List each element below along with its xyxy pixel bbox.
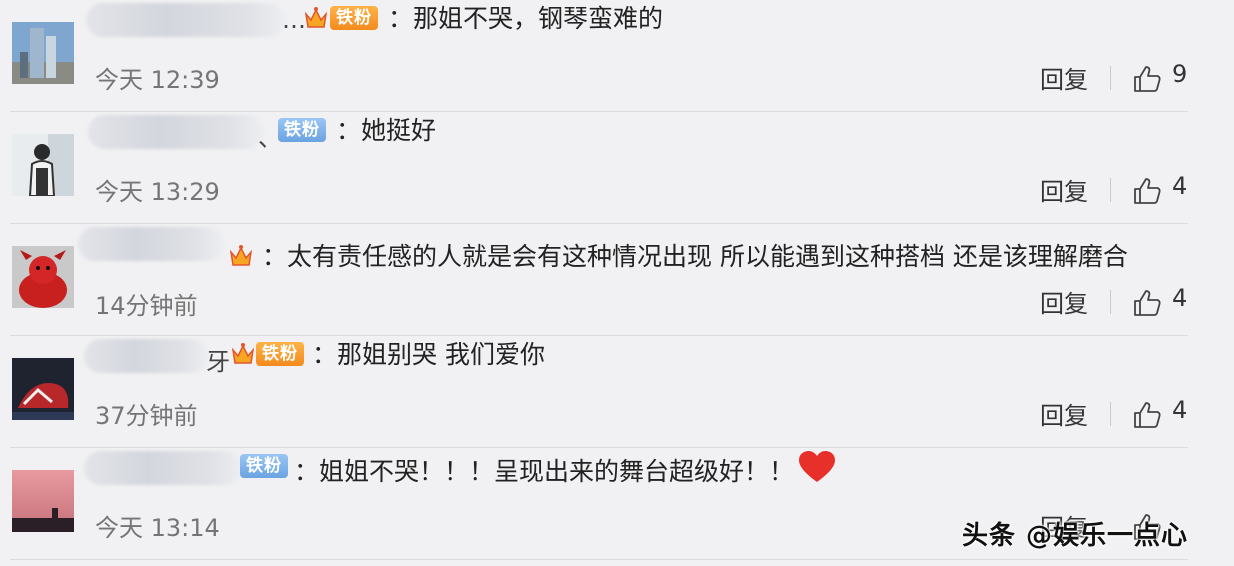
comment-item: … 铁粉 ：那姐不哭，钢琴蛮难的 今天 12:39 回复 9: [0, 0, 1234, 112]
like-count: 4: [1172, 396, 1188, 424]
divider: [1110, 290, 1111, 314]
like-count: 4: [1172, 284, 1188, 312]
reply-button[interactable]: 回复: [1040, 396, 1088, 431]
crown-icon: [231, 343, 255, 364]
comment-text: ：太有责任感的人就是会有这种情况出现 所以能遇到这种搭档 还是该理解磨合: [262, 242, 1128, 271]
thumbs-up-icon[interactable]: [1132, 176, 1162, 206]
avatar[interactable]: [12, 358, 74, 420]
avatar[interactable]: [12, 22, 74, 84]
reply-button[interactable]: 回复: [1040, 284, 1088, 319]
divider: [1110, 66, 1111, 90]
fan-badge: 铁粉: [278, 118, 326, 142]
reply-button[interactable]: 回复: [1040, 172, 1088, 207]
divider: [1110, 402, 1111, 426]
comment-text-content: ：姐姐不哭！！！呈现出来的舞台超级好！！: [294, 457, 795, 486]
comment-text: ：姐姐不哭！！！呈现出来的舞台超级好！！: [294, 450, 836, 489]
comment-time: 今天 12:39: [95, 66, 220, 94]
avatar[interactable]: [12, 246, 74, 308]
author-name-blurred[interactable]: [84, 451, 242, 485]
row-divider: [10, 559, 1188, 560]
heart-icon: [799, 451, 836, 482]
author-name-blurred[interactable]: [86, 3, 286, 37]
watermark: 头条 @娱乐一点心: [962, 521, 1189, 551]
thumbs-up-icon[interactable]: [1132, 64, 1162, 94]
comment-item: ：太有责任感的人就是会有这种情况出现 所以能遇到这种搭档 还是该理解磨合 14分…: [0, 224, 1234, 336]
author-name-blurred[interactable]: [84, 339, 208, 373]
comment-time: 37分钟前: [95, 402, 198, 430]
comment-time: 今天 13:14: [95, 514, 220, 542]
comment-text: ：那姐不哭，钢琴蛮难的: [388, 4, 664, 33]
crown-icon: [229, 245, 253, 266]
comment-item: 、 铁粉 ：她挺好 今天 13:29 回复 4: [0, 112, 1234, 224]
like-count: 9: [1172, 60, 1188, 88]
thumbs-up-icon[interactable]: [1132, 288, 1162, 318]
comment-list: … 铁粉 ：那姐不哭，钢琴蛮难的 今天 12:39 回复 9 、 铁粉 ：她挺好…: [0, 0, 1234, 566]
divider: [1110, 178, 1111, 202]
avatar[interactable]: [12, 470, 74, 532]
thumbs-up-icon[interactable]: [1132, 400, 1162, 430]
fan-badge: 铁粉: [240, 454, 288, 478]
reply-button[interactable]: 回复: [1040, 60, 1088, 95]
comment-text: ：那姐别哭 我们爱你: [312, 340, 545, 369]
avatar[interactable]: [12, 134, 74, 196]
comment-text: ：她挺好: [336, 116, 437, 145]
author-name-tail: 牙: [206, 348, 230, 376]
fan-badge: 铁粉: [256, 342, 304, 366]
comment-item: 牙 铁粉 ：那姐别哭 我们爱你 37分钟前 回复 4: [0, 336, 1234, 448]
comment-time: 14分钟前: [95, 292, 198, 320]
like-count: 4: [1172, 172, 1188, 200]
author-name-blurred[interactable]: [78, 227, 224, 261]
comment-time: 今天 13:29: [95, 178, 220, 206]
fan-badge: 铁粉: [330, 6, 378, 30]
author-name-blurred[interactable]: [88, 115, 264, 149]
crown-icon: [304, 7, 328, 28]
